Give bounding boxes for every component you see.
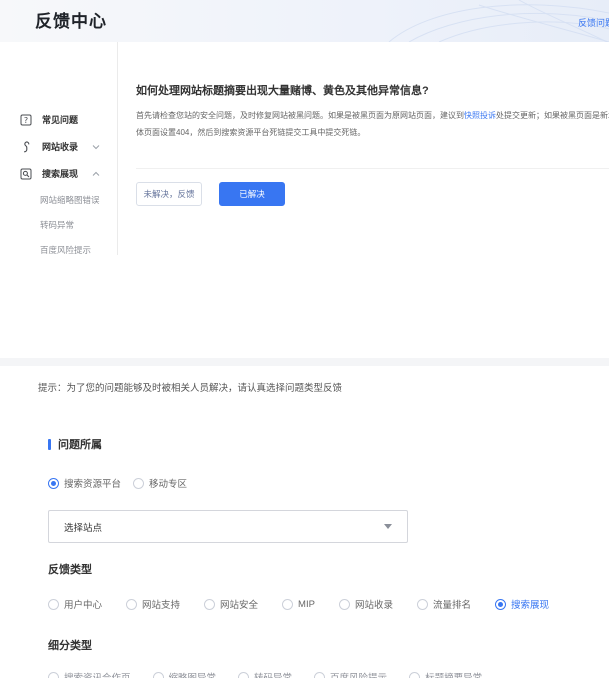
radio-circle: [48, 599, 59, 610]
caret-down-icon: [384, 524, 392, 529]
section-title-text: 问题所属: [58, 436, 102, 452]
faq-content-row: ? 常见问题 网站收录 搜索展现: [0, 42, 609, 358]
radio-label: 网站支持: [142, 597, 180, 611]
resolved-button[interactable]: 已解决: [219, 182, 285, 206]
radio-circle: [133, 478, 144, 489]
radio-circle: [314, 672, 325, 678]
radio-transcode-abnormal[interactable]: 转码异常: [238, 670, 292, 678]
form-tip-text: 提示：为了您的问题能够及时被相关人员解决，请认真选择问题类型反馈: [38, 380, 609, 394]
radio-site-support[interactable]: 网站支持: [126, 597, 180, 611]
section-accent-bar: [48, 439, 51, 450]
radio-circle: [153, 672, 164, 678]
section-title-problem-domain: 问题所属: [48, 436, 609, 452]
radio-circle: [126, 599, 137, 610]
faq-main-panel: 如何处理网站标题摘要出现大量赌博、黄色及其他异常信息? 首先请检查您站的安全问题…: [136, 42, 609, 206]
feedback-question-link[interactable]: 反馈问题: [578, 16, 609, 29]
radio-circle: [204, 599, 215, 610]
radio-label: 转码异常: [254, 670, 292, 678]
section-title-feedback-type: 反馈类型: [48, 561, 609, 577]
faq-answer-line2: 体页面设置404，然后到搜索资源平台死链提交工具中提交死链。: [136, 124, 609, 141]
site-select[interactable]: 选择站点: [48, 510, 408, 543]
search-display-icon: [20, 168, 32, 180]
radio-circle: [238, 672, 249, 678]
chevron-up-icon: [92, 171, 100, 177]
radio-baidu-risk-warning[interactable]: 百度风险提示: [314, 670, 387, 678]
radio-circle: [339, 599, 350, 610]
svg-text:?: ?: [24, 116, 28, 125]
answer-text: 首先请检查您站的安全问题，及时修复网站被黑问题。如果是被黑页面为原网站页面，建议…: [136, 111, 464, 120]
radio-label: 搜索资源平台: [64, 476, 121, 490]
radio-mip[interactable]: MIP: [282, 599, 315, 610]
sidebar-subitem-thumbnail-error[interactable]: 网站缩略图错误: [40, 194, 100, 206]
faq-answer: 首先请检查您站的安全问题，及时修复网站被黑问题。如果是被黑页面为原网站页面，建议…: [136, 107, 609, 141]
radio-site-index[interactable]: 网站收录: [339, 597, 393, 611]
radio-label: 流量排名: [433, 597, 471, 611]
site-select-value: 选择站点: [64, 520, 102, 534]
feedback-center-page: 反馈中心 反馈问题 ? 常见问题 网站收录: [0, 0, 609, 678]
snapshot-complaint-link[interactable]: 快照投诉: [464, 111, 496, 120]
radio-label: MIP: [298, 599, 315, 610]
faq-question-title: 如何处理网站标题摘要出现大量赌博、黄色及其他异常信息?: [136, 82, 609, 98]
site-index-icon: [20, 141, 32, 153]
feedback-form: 提示：为了您的问题能够及时被相关人员解决，请认真选择问题类型反馈 问题所属 搜索…: [0, 366, 609, 678]
radio-circle: [409, 672, 420, 678]
radio-title-summary-abnormal[interactable]: 标题摘要异常: [409, 670, 482, 678]
radio-traffic-ranking[interactable]: 流量排名: [417, 597, 471, 611]
sidebar-item-common-questions[interactable]: ? 常见问题: [20, 113, 78, 126]
section-title-sub-type: 细分类型: [48, 637, 609, 653]
radio-circle: [48, 672, 59, 678]
radio-circle: [48, 478, 59, 489]
radio-label: 网站收录: [355, 597, 393, 611]
radio-search-display[interactable]: 搜索展现: [495, 597, 549, 611]
sidebar-subitem-transcode-error[interactable]: 转码异常: [40, 219, 74, 231]
radio-label: 缩略图异常: [169, 670, 217, 678]
sidebar-item-label: 搜索展现: [42, 167, 78, 180]
sidebar-subitem-risk-warning[interactable]: 百度风险提示: [40, 244, 91, 255]
sidebar-item-label: 常见问题: [42, 113, 78, 126]
section-title-text: 细分类型: [48, 637, 92, 653]
page-header: 反馈中心 反馈问题: [0, 0, 609, 42]
answer-text: 处提交更新；如果被黑页面是新增页面，请将具: [496, 111, 609, 120]
sidebar-item-search-display[interactable]: 搜索展现: [20, 167, 100, 180]
chevron-down-icon: [92, 144, 100, 150]
feedback-type-options: 用户中心 网站支持 网站安全 MIP 网站收录 流量排名: [48, 597, 609, 611]
faq-buttons-row: 未解决，反馈 已解决: [136, 182, 609, 206]
faq-answer-line1: 首先请检查您站的安全问题，及时修复网站被黑问题。如果是被黑页面为原网站页面，建议…: [136, 107, 609, 124]
radio-label: 百度风险提示: [330, 670, 387, 678]
radio-label: 搜索资讯合作页: [64, 670, 131, 678]
radio-search-news-coop-page[interactable]: 搜索资讯合作页: [48, 670, 131, 678]
page-title: 反馈中心: [35, 7, 107, 32]
section-separator: [0, 358, 609, 366]
radio-search-resource-platform[interactable]: 搜索资源平台: [48, 476, 121, 490]
radio-label: 移动专区: [149, 476, 187, 490]
divider: [136, 168, 609, 169]
faq-sidebar: ? 常见问题 网站收录 搜索展现: [0, 42, 118, 255]
sidebar-item-site-index[interactable]: 网站收录: [20, 140, 100, 153]
radio-circle: [282, 599, 293, 610]
problem-domain-options: 搜索资源平台 移动专区: [48, 476, 609, 490]
radio-user-center[interactable]: 用户中心: [48, 597, 102, 611]
radio-label: 标题摘要异常: [425, 670, 482, 678]
radio-site-security[interactable]: 网站安全: [204, 597, 258, 611]
radio-label: 搜索展现: [511, 597, 549, 611]
radio-label: 网站安全: [220, 597, 258, 611]
radio-circle: [417, 599, 428, 610]
header-mesh-decoration: [369, 0, 609, 42]
radio-thumbnail-abnormal[interactable]: 缩略图异常: [153, 670, 217, 678]
sub-type-options: 搜索资讯合作页 缩略图异常 转码异常 百度风险提示 标题摘要异常: [48, 670, 609, 678]
sidebar-item-label: 网站收录: [42, 140, 78, 153]
unresolved-feedback-button[interactable]: 未解决，反馈: [136, 182, 202, 206]
radio-label: 用户中心: [64, 597, 102, 611]
radio-circle: [495, 599, 506, 610]
faq-icon: ?: [20, 114, 32, 126]
radio-mobile-zone[interactable]: 移动专区: [133, 476, 187, 490]
section-title-text: 反馈类型: [48, 561, 92, 577]
